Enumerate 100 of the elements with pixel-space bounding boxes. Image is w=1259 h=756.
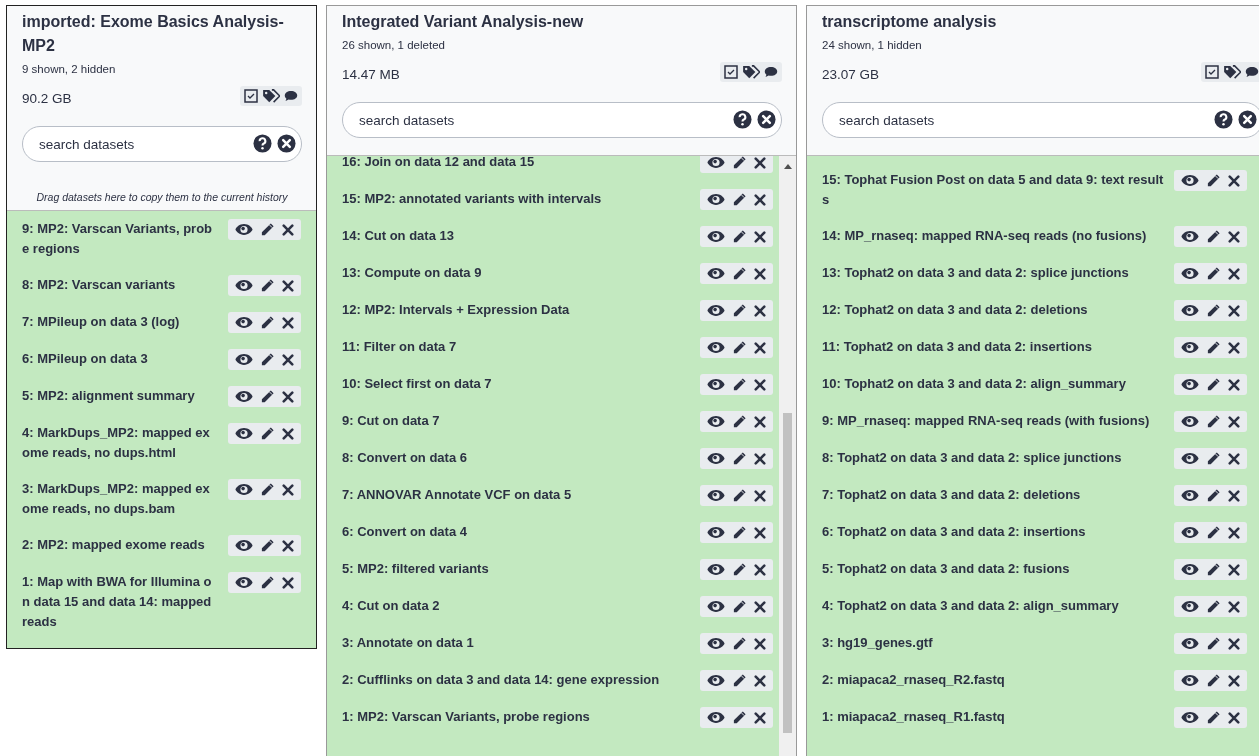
close-icon[interactable] (282, 390, 294, 403)
eye-icon[interactable] (1181, 452, 1199, 465)
dataset-name[interactable]: 2: MP2: mapped exome reads (22, 535, 214, 555)
dataset-name[interactable]: 3: MarkDups_MP2: mapped exome reads, no dups.bam (22, 479, 214, 519)
pencil-icon[interactable] (1206, 710, 1221, 725)
pencil-icon[interactable] (732, 266, 747, 281)
eye-icon[interactable] (1181, 341, 1199, 354)
eye-icon[interactable] (707, 637, 725, 650)
search-field[interactable]: search datasets (822, 102, 1259, 138)
dataset-name[interactable]: 13: Tophat2 on data 3 and data 2: splice junctions (822, 263, 1166, 283)
help-icon[interactable] (253, 134, 272, 153)
close-icon[interactable] (1228, 452, 1240, 465)
dataset-name[interactable]: 11: Tophat2 on data 3 and data 2: insertions (822, 337, 1166, 357)
checkbox-icon[interactable] (1205, 65, 1219, 79)
close-icon[interactable] (1228, 637, 1240, 650)
dataset-name[interactable]: 1: miapaca2_rnaseq_R1.fastq (822, 707, 1166, 727)
dataset-name[interactable]: 8: Tophat2 on data 3 and data 2: splice junctions (822, 448, 1166, 468)
close-icon[interactable] (1228, 304, 1240, 317)
pencil-icon[interactable] (260, 575, 275, 590)
close-icon[interactable] (1228, 230, 1240, 243)
eye-icon[interactable] (707, 304, 725, 317)
pencil-icon[interactable] (732, 414, 747, 429)
eye-icon[interactable] (1181, 378, 1199, 391)
dataset-name[interactable]: 6: Convert on data 4 (342, 522, 694, 542)
close-icon[interactable] (1228, 600, 1240, 613)
clear-icon[interactable] (277, 134, 296, 153)
pencil-icon[interactable] (732, 303, 747, 318)
pencil-icon[interactable] (732, 636, 747, 651)
comment-icon[interactable] (764, 65, 778, 79)
pencil-icon[interactable] (732, 156, 747, 170)
tags-icon[interactable] (742, 65, 760, 79)
dataset-name[interactable]: 10: Select first on data 7 (342, 374, 694, 394)
pencil-icon[interactable] (1206, 451, 1221, 466)
pencil-icon[interactable] (732, 229, 747, 244)
eye-icon[interactable] (707, 230, 725, 243)
tags-icon[interactable] (1223, 65, 1241, 79)
eye-icon[interactable] (707, 378, 725, 391)
close-icon[interactable] (1228, 341, 1240, 354)
close-icon[interactable] (754, 415, 766, 428)
close-icon[interactable] (282, 539, 294, 552)
search-field[interactable]: search datasets (22, 126, 302, 162)
eye-icon[interactable] (1181, 415, 1199, 428)
eye-icon[interactable] (1181, 267, 1199, 280)
close-icon[interactable] (1228, 563, 1240, 576)
dataset-name[interactable]: 5: MP2: filtered variants (342, 559, 694, 579)
tags-icon[interactable] (262, 89, 280, 103)
dataset-name[interactable]: 12: MP2: Intervals + Expression Data (342, 300, 694, 320)
eye-icon[interactable] (707, 156, 725, 169)
close-icon[interactable] (754, 489, 766, 502)
close-icon[interactable] (1228, 415, 1240, 428)
pencil-icon[interactable] (732, 599, 747, 614)
dataset-name[interactable]: 14: Cut on data 13 (342, 226, 694, 246)
close-icon[interactable] (754, 193, 766, 206)
pencil-icon[interactable] (732, 562, 747, 577)
close-icon[interactable] (1228, 489, 1240, 502)
close-icon[interactable] (282, 576, 294, 589)
dataset-name[interactable]: 8: MP2: Varscan variants (22, 275, 214, 295)
help-icon[interactable] (1214, 110, 1233, 129)
pencil-icon[interactable] (1206, 303, 1221, 318)
comment-icon[interactable] (1245, 65, 1259, 79)
dataset-name[interactable]: 14: MP_rnaseq: mapped RNA-seq reads (no fusions) (822, 226, 1166, 246)
dataset-name[interactable]: 9: Cut on data 7 (342, 411, 694, 431)
dataset-name[interactable]: 16: Join on data 12 and data 15 (342, 156, 694, 172)
dataset-name[interactable]: 10: Tophat2 on data 3 and data 2: align_summary (822, 374, 1166, 394)
dataset-name[interactable]: 9: MP_rnaseq: mapped RNA-seq reads (with fusions) (822, 411, 1166, 431)
close-icon[interactable] (1228, 378, 1240, 391)
scrollbar[interactable] (779, 156, 796, 756)
close-icon[interactable] (1228, 174, 1240, 187)
help-icon[interactable] (733, 110, 752, 129)
pencil-icon[interactable] (1206, 599, 1221, 614)
close-icon[interactable] (282, 427, 294, 440)
close-icon[interactable] (282, 316, 294, 329)
pencil-icon[interactable] (1206, 488, 1221, 503)
close-icon[interactable] (754, 230, 766, 243)
dataset-name[interactable]: 11: Filter on data 7 (342, 337, 694, 357)
checkbox-icon[interactable] (244, 89, 258, 103)
pencil-icon[interactable] (732, 488, 747, 503)
close-icon[interactable] (1228, 526, 1240, 539)
eye-icon[interactable] (707, 526, 725, 539)
search-field[interactable]: search datasets (342, 102, 782, 138)
dataset-name[interactable]: 3: hg19_genes.gtf (822, 633, 1166, 653)
dataset-name[interactable]: 8: Convert on data 6 (342, 448, 694, 468)
dataset-name[interactable]: 1: Map with BWA for Illumina on data 15 and data 14: mapped reads (22, 572, 214, 632)
close-icon[interactable] (282, 353, 294, 366)
dataset-name[interactable]: 2: miapaca2_rnaseq_R2.fastq (822, 670, 1166, 690)
eye-icon[interactable] (235, 353, 253, 366)
eye-icon[interactable] (235, 223, 253, 236)
eye-icon[interactable] (1181, 637, 1199, 650)
pencil-icon[interactable] (1206, 636, 1221, 651)
pencil-icon[interactable] (1206, 340, 1221, 355)
dataset-name[interactable]: 7: ANNOVAR Annotate VCF on data 5 (342, 485, 694, 505)
comment-icon[interactable] (284, 89, 298, 103)
eye-icon[interactable] (1181, 674, 1199, 687)
eye-icon[interactable] (235, 390, 253, 403)
dataset-name[interactable]: 12: Tophat2 on data 3 and data 2: deletions (822, 300, 1166, 320)
pencil-icon[interactable] (732, 377, 747, 392)
eye-icon[interactable] (1181, 304, 1199, 317)
pencil-icon[interactable] (1206, 377, 1221, 392)
clear-icon[interactable] (1238, 110, 1257, 129)
dataset-name[interactable]: 9: MP2: Varscan Variants, probe regions (22, 219, 214, 259)
